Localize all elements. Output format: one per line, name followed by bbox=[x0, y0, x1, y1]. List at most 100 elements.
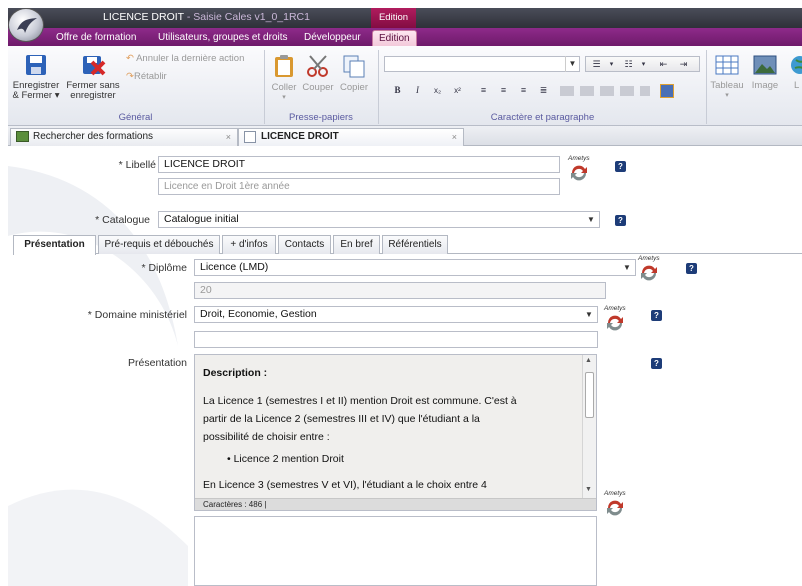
cut-button[interactable]: Couper bbox=[302, 54, 334, 93]
undo-icon: ↶ bbox=[126, 53, 134, 64]
ametys-sync-button[interactable]: Ametys bbox=[602, 305, 628, 334]
tab-referentiels[interactable]: Référentiels bbox=[382, 235, 448, 254]
copy-button[interactable]: Copier bbox=[338, 54, 370, 93]
tab-edition[interactable]: Edition bbox=[372, 30, 417, 46]
clipboard-icon bbox=[275, 55, 293, 77]
list-controls: ☰ ▾ ☷ ▾ ⇤ ⇥ bbox=[585, 56, 700, 72]
table-button[interactable]: Tableau ▾ bbox=[708, 54, 746, 101]
ribbon: Enregistrer & Fermer ▾ Fermer sans enreg… bbox=[8, 46, 802, 126]
catalogue-value: Catalogue initial bbox=[164, 213, 239, 225]
tab-en-bref[interactable]: En bref bbox=[333, 235, 380, 254]
subscript-button[interactable]: x₂ bbox=[430, 83, 445, 98]
help-icon[interactable]: ? bbox=[686, 263, 697, 274]
close-without-save-button[interactable]: Fermer sans enregistrer bbox=[65, 54, 121, 101]
sync-icon bbox=[607, 315, 623, 331]
align-left-icon[interactable]: ≡ bbox=[476, 83, 491, 98]
align-right-icon[interactable]: ≡ bbox=[516, 83, 531, 98]
tab-presentation[interactable]: Présentation bbox=[13, 235, 96, 255]
bullet-list-icon[interactable]: ☰ bbox=[589, 57, 604, 72]
paste-button[interactable]: Coller ▾ bbox=[270, 54, 298, 103]
help-icon[interactable]: ? bbox=[615, 215, 626, 226]
close-icon[interactable]: × bbox=[452, 129, 457, 145]
domaine-label: * Domaine ministériel bbox=[87, 309, 187, 321]
libelle-label: * Libellé bbox=[118, 159, 156, 171]
doc-tab-search[interactable]: Rechercher des formations × bbox=[10, 128, 238, 146]
presentation-label: Présentation bbox=[128, 357, 187, 369]
form-tab-bar: Présentation Pré-requis et débouchés + d… bbox=[13, 235, 802, 255]
help-icon[interactable]: ? bbox=[615, 161, 626, 172]
diplome-select[interactable]: Licence (LMD) ▼ bbox=[194, 259, 636, 276]
scroll-thumb[interactable] bbox=[585, 372, 594, 418]
chevron-down-icon: ▼ bbox=[587, 215, 595, 224]
tab-utilisateurs[interactable]: Utilisateurs, groupes et droits bbox=[152, 30, 294, 46]
group-label-general: Général bbox=[118, 112, 153, 123]
presentation-rich-editor[interactable]: Description : La Licence 1 (semestres I … bbox=[194, 354, 597, 511]
format-toolbar: B I x₂ x² ≡ ≡ ≡ ≣ bbox=[388, 82, 698, 100]
document-icon bbox=[244, 131, 256, 143]
ametys-label: Ametys bbox=[604, 305, 626, 312]
indent-icon[interactable]: ⇥ bbox=[676, 57, 691, 72]
scroll-down-icon[interactable]: ▼ bbox=[585, 486, 592, 493]
help-icon[interactable]: ? bbox=[651, 310, 662, 321]
bullet-dropdown-icon[interactable]: ▾ bbox=[604, 57, 619, 72]
close-without-save-icon bbox=[83, 56, 106, 76]
save-close-button[interactable]: Enregistrer & Fermer ▾ bbox=[11, 54, 61, 101]
align-center-icon[interactable]: ≡ bbox=[496, 83, 511, 98]
style-buttons[interactable] bbox=[560, 86, 650, 96]
sync-icon bbox=[641, 265, 657, 281]
help-icon[interactable]: ? bbox=[651, 358, 662, 369]
bold-button[interactable]: B bbox=[390, 83, 405, 98]
domaine-value: Droit, Economie, Gestion bbox=[200, 308, 317, 320]
libelle-input[interactable]: LICENCE DROIT bbox=[158, 156, 560, 173]
secondary-text-area[interactable] bbox=[194, 516, 597, 586]
tab-offre-de-formation[interactable]: Offre de formation bbox=[50, 30, 142, 46]
font-combo[interactable]: ▼ bbox=[384, 56, 580, 72]
ametys-sync-button[interactable]: Ametys bbox=[636, 255, 662, 284]
source-code-icon[interactable] bbox=[660, 84, 674, 98]
libelle-subtitle-input[interactable]: Licence en Droit 1ère année bbox=[158, 178, 560, 195]
superscript-button[interactable]: x² bbox=[450, 83, 465, 98]
tab-plus-infos[interactable]: + d'infos bbox=[222, 235, 276, 254]
catalogue-select[interactable]: Catalogue initial ▼ bbox=[158, 211, 600, 228]
doc-tab-search-label: Rechercher des formations bbox=[33, 131, 154, 142]
image-icon bbox=[753, 55, 777, 75]
tab-prerequis[interactable]: Pré-requis et débouchés bbox=[98, 235, 220, 254]
link-button[interactable]: L bbox=[786, 54, 802, 91]
catalogue-label: * Catalogue bbox=[95, 214, 150, 226]
tab-contacts[interactable]: Contacts bbox=[278, 235, 331, 254]
editor-scrollbar[interactable]: ▲ ▼ bbox=[582, 355, 596, 498]
edit-form: * Libellé LICENCE DROIT Licence en Droit… bbox=[8, 146, 802, 586]
scroll-up-icon[interactable]: ▲ bbox=[585, 357, 592, 364]
close-icon[interactable]: × bbox=[226, 129, 231, 145]
sync-icon bbox=[607, 500, 623, 516]
image-label: Image bbox=[751, 80, 779, 91]
ametys-label: Ametys bbox=[638, 255, 660, 262]
image-button[interactable]: Image bbox=[748, 54, 782, 91]
group-separator bbox=[378, 50, 379, 124]
search-formations-icon bbox=[16, 131, 29, 142]
document-tab-bar: Rechercher des formations × LICENCE DROI… bbox=[8, 126, 802, 146]
italic-button[interactable]: I bbox=[410, 83, 425, 98]
outdent-icon[interactable]: ⇤ bbox=[656, 57, 671, 72]
numbered-list-icon[interactable]: ☷ bbox=[621, 57, 636, 72]
context-tab-label: Edition bbox=[371, 8, 416, 28]
domaine-select[interactable]: Droit, Economie, Gestion ▼ bbox=[194, 306, 598, 323]
tab-developpeur[interactable]: Développeur bbox=[298, 30, 367, 46]
title-main: LICENCE DROIT bbox=[103, 11, 184, 23]
char-count-bar: Caractères : 486 | bbox=[195, 498, 596, 510]
redo-button[interactable]: ↷Rétablir bbox=[126, 71, 167, 82]
domaine-secondary-input[interactable] bbox=[194, 331, 598, 348]
undo-button[interactable]: ↶ Annuler la dernière action bbox=[126, 53, 244, 64]
globe-icon bbox=[791, 56, 802, 74]
copy-icon bbox=[343, 55, 365, 78]
doc-tab-licence-label: LICENCE DROIT bbox=[261, 131, 339, 142]
app-logo-button[interactable] bbox=[8, 8, 44, 42]
ametys-label: Ametys bbox=[568, 155, 590, 162]
numbered-dropdown-icon[interactable]: ▾ bbox=[636, 57, 651, 72]
doc-tab-licence-droit[interactable]: LICENCE DROIT × bbox=[238, 128, 464, 146]
ametys-sync-button[interactable]: Ametys bbox=[566, 155, 592, 184]
close-nosave-label-2: enregistrer bbox=[70, 90, 116, 101]
table-icon bbox=[715, 55, 739, 75]
ametys-sync-button[interactable]: Ametys bbox=[602, 490, 628, 519]
align-justify-icon[interactable]: ≣ bbox=[536, 83, 551, 98]
